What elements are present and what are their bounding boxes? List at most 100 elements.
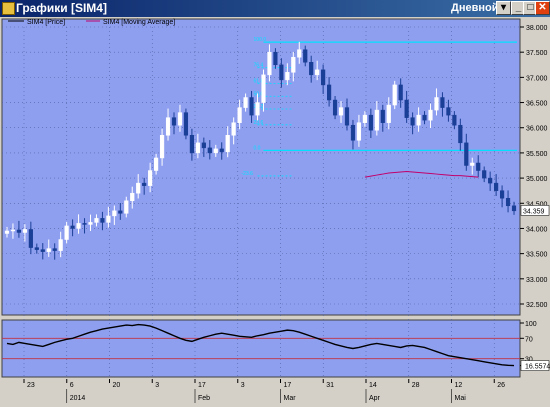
candle-body [154,157,159,171]
candle-body [136,182,141,194]
candle-body [189,135,195,154]
date-tick-label: 28 [412,382,420,389]
month-label: Feb [198,395,210,402]
candle-body [398,84,403,101]
price-tick-label: 37.500 [526,50,548,57]
candle-body [332,99,338,116]
date-tick-label: 20 [113,382,121,389]
candle-body [416,114,421,126]
date-tick-label: 31 [326,382,334,389]
candle-body [344,107,350,126]
price-tick-label: 36.500 [526,101,548,108]
candle-body [410,117,415,126]
price-chart[interactable]: 100.076.461.850.038.223.60.0-23.6 SIM4 [… [0,17,550,407]
fib-level-label: 23.6 [254,120,264,126]
title-bar[interactable]: Графики [SIM4] Дневной ▾ _ □ ✕ [0,0,550,17]
date-tick-label: 3 [241,382,245,389]
candle-body [88,222,93,225]
candle-body [28,229,33,248]
date-tick-label: 3 [155,382,159,389]
fib-level-label: -23.6 [242,171,254,177]
indicator-tick-label: 70 [525,336,533,343]
candle-body [124,200,129,214]
candle-body [82,223,87,225]
candle-body [165,117,171,136]
candle-body [231,122,236,136]
candle-body [338,107,344,116]
candle-body [505,197,511,207]
month-label: Mar [284,395,297,402]
date-tick-label: 23 [27,382,35,389]
candle-body [16,229,22,233]
candle-body [303,49,308,63]
indicator-tick-label: 100 [525,321,537,328]
candle-body [458,124,463,144]
fib-level-label: 76.4 [254,63,264,69]
candle-body [70,225,75,229]
candle-body [511,205,517,212]
candle-body [404,99,409,118]
candle-body [428,109,433,121]
candle-body [434,97,439,111]
month-label: 2014 [70,395,86,402]
candle-body [279,64,284,81]
candle-body [494,182,499,191]
candle-body [452,114,457,126]
candle-body [482,170,487,179]
date-axis: 23 6 20 3 17 3 17 31 14 28 12 26 2014 Feb Mar Apr Mai [2,379,520,405]
price-tick-label: 33.500 [526,252,548,259]
candle-body [46,248,51,252]
candle-body [100,218,105,223]
candle-body [219,148,224,153]
candle-body [171,117,177,126]
candle-body [34,247,39,250]
candle-body [321,69,326,86]
indicator-panel[interactable] [1,319,521,378]
candle-body [130,192,135,202]
date-tick-label: 17 [198,382,206,389]
price-tick-label: 38.000 [526,25,548,32]
window-title: Графики [SIM4] [16,1,107,15]
candle-body [499,190,505,199]
candle-body [488,177,493,184]
candle-body [380,109,385,123]
indicator-tick-label: 16.5574 [525,364,550,371]
candle-body [207,147,212,154]
candle-body [58,239,63,251]
candle-body [309,62,314,76]
candle-body [297,49,302,58]
candle-body [64,225,69,240]
price-tick-label: 35.000 [526,176,548,183]
candle-body [213,148,218,154]
price-tick-label: 37.000 [526,75,548,82]
candle-body [285,72,290,81]
date-tick-label: 26 [497,382,505,389]
candle-body [261,74,266,103]
candle-body [148,170,153,186]
candle-body [255,102,260,116]
month-label: Apr [369,395,381,402]
candle-body [52,248,57,251]
dropdown-arrow-icon[interactable]: ▾ [496,1,511,15]
candle-body [386,104,391,123]
candle-body [374,109,379,131]
price-tick-label: 33.000 [526,277,548,284]
price-tick-label: 32.500 [526,302,548,309]
candle-body [76,223,81,229]
candle-body [243,97,248,108]
close-icon[interactable]: ✕ [535,1,550,15]
fib-level-label: 0.0 [254,145,261,151]
date-tick-label: 14 [369,382,377,389]
candle-body [177,112,183,126]
candle-body [112,210,117,217]
candle-body [446,107,451,116]
candle-body [326,84,332,101]
date-tick-label: 17 [284,382,292,389]
period-selector[interactable]: Дневной [451,1,499,16]
chart-app-icon [2,2,15,15]
candle-body [362,114,367,123]
month-label: Mai [455,395,467,402]
candle-body [106,215,111,223]
price-tick-label: 36.000 [526,126,548,133]
candle-body [356,122,362,141]
